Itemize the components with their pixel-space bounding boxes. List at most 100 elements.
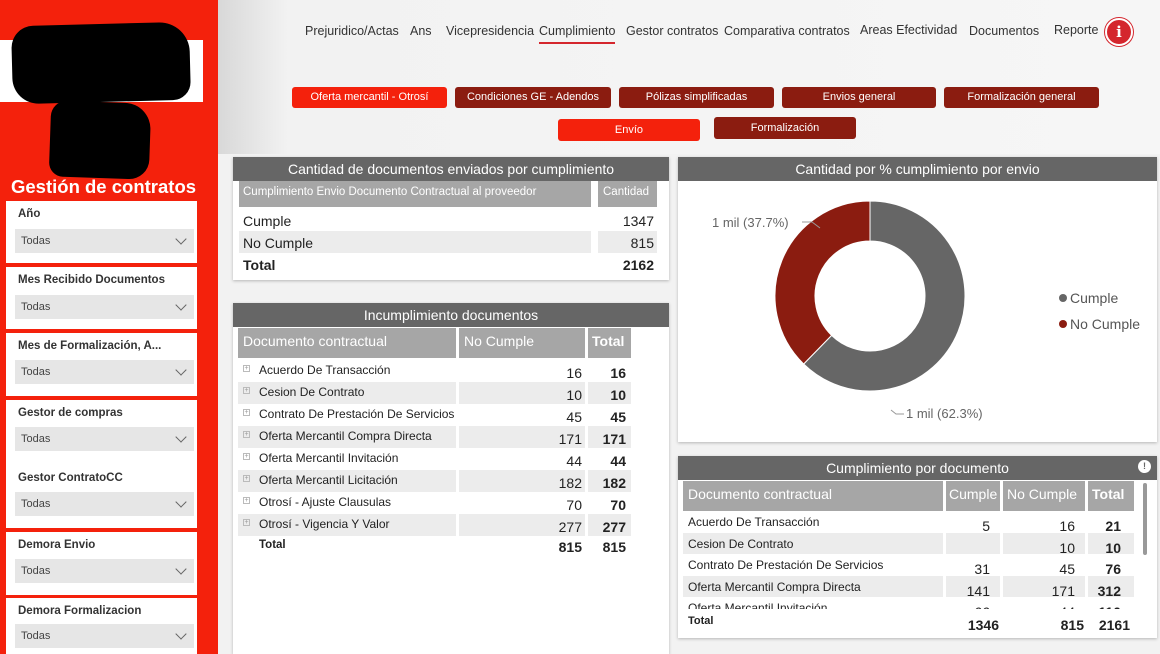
nav-vicepresidencia[interactable]: Vicepresidencia xyxy=(446,24,534,38)
info-icon[interactable]: ! xyxy=(1138,460,1151,473)
column-header: Cantidad xyxy=(603,186,650,198)
table-header: Cantidad xyxy=(598,181,657,207)
expand-icon[interactable]: + xyxy=(243,387,250,394)
nav-prejuridico[interactable]: Prejuridico/Actas xyxy=(305,24,399,38)
legend-item-no-cumple[interactable]: No Cumple xyxy=(1070,316,1140,332)
nav-ans[interactable]: Ans xyxy=(410,24,432,38)
table-row[interactable]: + Oferta Mercantil Compra Directa 171 171 xyxy=(233,426,669,448)
nav-areas-efectividad[interactable]: Areas Efectividad xyxy=(860,23,957,37)
expand-icon[interactable]: + xyxy=(243,409,250,416)
filter-label: Gestor ContratoCC xyxy=(18,472,123,484)
filter-label: Año xyxy=(18,208,41,220)
table-row[interactable]: + Cesion De Contrato 10 10 xyxy=(233,382,669,404)
info-icon[interactable]: i xyxy=(1105,18,1133,46)
table-row[interactable]: Acuerdo De Transacción 5 16 21 xyxy=(678,511,1148,534)
filter-value: Todas xyxy=(21,498,51,510)
total-value: 70 xyxy=(610,497,626,513)
condiciones-ge-button[interactable]: Condiciones GE - Adendos xyxy=(455,87,611,108)
filter-dropdown[interactable]: Todas xyxy=(15,360,194,384)
table-header: No Cumple xyxy=(459,328,585,358)
table-row[interactable]: + Contrato De Prestación De Servicios 45 45 xyxy=(233,404,669,426)
expand-icon[interactable]: + xyxy=(243,365,250,372)
scrollbar[interactable] xyxy=(1143,483,1147,555)
oferta-mercantil-button[interactable]: Oferta mercantil - Otrosí xyxy=(292,87,447,108)
donut-slice-no-cumple[interactable] xyxy=(774,200,871,365)
document-name: Oferta Mercantil Licitación xyxy=(259,473,398,487)
total-value: 10 xyxy=(610,387,626,403)
column-header: Documento contractual xyxy=(688,486,832,502)
card-title: Cumplimiento por documento xyxy=(678,456,1157,480)
leader-line xyxy=(890,409,904,415)
filter-value: Todas xyxy=(21,565,51,577)
nav-cumplimiento[interactable]: Cumplimiento xyxy=(539,24,616,44)
nav-gestor-contratos[interactable]: Gestor contratos xyxy=(626,24,718,38)
chevron-down-icon xyxy=(175,628,187,640)
polizas-button[interactable]: Pólizas simplificadas xyxy=(619,87,774,108)
column-header: Total xyxy=(1092,486,1125,502)
total-value: 815 xyxy=(558,539,582,555)
table-row[interactable]: Oferta Mercantil Compra Directa 141 171 312 xyxy=(678,575,1148,599)
nav-reporte[interactable]: Reporte xyxy=(1054,23,1098,37)
filter-dropdown[interactable]: Todas xyxy=(15,229,194,253)
column-header: No Cumple xyxy=(464,333,535,349)
filter-label: Demora Envio xyxy=(18,539,96,551)
table-row[interactable]: Contrato De Prestación De Servicios 31 45 7… xyxy=(678,554,1148,577)
cumplimiento-doc-card: Cumplimiento por documento ! Documento c… xyxy=(678,456,1157,638)
filter-dropdown[interactable]: Todas xyxy=(15,624,194,648)
total-label: Total xyxy=(243,257,276,273)
nav-documentos[interactable]: Documentos xyxy=(969,24,1039,38)
total-value: 277 xyxy=(602,519,626,535)
expand-icon[interactable]: + xyxy=(243,475,250,482)
row-label: Cumple xyxy=(243,213,292,229)
total-value: 110 xyxy=(1098,604,1121,609)
filter-value: Todas xyxy=(21,366,51,378)
table-row[interactable]: + Otrosí - Vigencia Y Valor 277 277 xyxy=(233,514,669,536)
table-header: Documento contractual xyxy=(238,328,456,358)
legend-item-cumple[interactable]: Cumple xyxy=(1070,290,1118,306)
filter-dropdown[interactable]: Todas xyxy=(15,427,194,451)
chevron-down-icon xyxy=(175,233,187,245)
document-name: Oferta Mercantil Compra Directa xyxy=(259,429,432,443)
table-row[interactable]: + Oferta Mercantil Licitación 182 182 xyxy=(233,470,669,492)
table-header: No Cumple xyxy=(1003,481,1085,511)
table-row[interactable]: + Acuerdo De Transacción 16 16 xyxy=(233,360,669,382)
filter-value: Todas xyxy=(21,301,51,313)
document-name: Oferta Mercantil Invitación xyxy=(259,451,399,465)
expand-icon[interactable]: + xyxy=(243,519,250,526)
column-header: Documento contractual xyxy=(243,333,387,349)
table-header: Total xyxy=(588,328,631,358)
filter-mes-formalizacion: Mes de Formalización, A... Todas xyxy=(6,333,197,396)
chevron-down-icon xyxy=(175,364,187,376)
table-row[interactable]: + Otrosí - Ajuste Clausulas 70 70 xyxy=(233,492,669,514)
filter-value: Todas xyxy=(21,630,51,642)
legend-marker-cumple xyxy=(1059,294,1067,302)
document-name: Cesion De Contrato xyxy=(259,385,365,399)
no-cumple-value: 182 xyxy=(558,475,582,491)
formalizacion-general-button[interactable]: Formalización general xyxy=(944,87,1099,108)
expand-icon[interactable]: + xyxy=(243,497,250,504)
total-value: 16 xyxy=(610,365,626,381)
filter-dropdown[interactable]: Todas xyxy=(15,295,194,319)
filter-dropdown[interactable]: Todas xyxy=(15,492,194,516)
row-value: 1347 xyxy=(622,213,654,229)
table-row[interactable]: Oferta Mercantil Invitación 66 44 110 xyxy=(678,597,1148,609)
document-name: Otrosí - Vigencia Y Valor xyxy=(259,517,390,531)
table-row[interactable]: + Oferta Mercantil Invitación 44 44 xyxy=(233,448,669,470)
redaction-mark xyxy=(48,100,152,180)
filter-demora-formalizacion: Demora Formalizacion Todas xyxy=(6,598,197,654)
expand-icon[interactable]: + xyxy=(243,431,250,438)
cumple-value: 66 xyxy=(974,604,990,609)
envios-general-button[interactable]: Envios general xyxy=(782,87,936,108)
total-value: 815 xyxy=(602,539,626,555)
formalizacion-button[interactable]: Formalización xyxy=(714,117,856,139)
data-label-cumple: 1 mil (62.3%) xyxy=(906,406,983,421)
filter-label: Demora Formalizacion xyxy=(18,605,142,617)
envio-button[interactable]: Envío xyxy=(558,119,700,141)
app-title: Gestión de contratos xyxy=(11,176,197,197)
expand-icon[interactable]: + xyxy=(243,453,250,460)
table-viewport: Acuerdo De Transacción 5 16 21 Cesion De Con… xyxy=(678,511,1157,609)
nav-comparativa[interactable]: Comparativa contratos xyxy=(724,24,850,38)
table-row[interactable]: Cesion De Contrato 10 10 xyxy=(678,532,1148,556)
row-value: 815 xyxy=(630,235,654,251)
filter-dropdown[interactable]: Todas xyxy=(15,559,194,583)
